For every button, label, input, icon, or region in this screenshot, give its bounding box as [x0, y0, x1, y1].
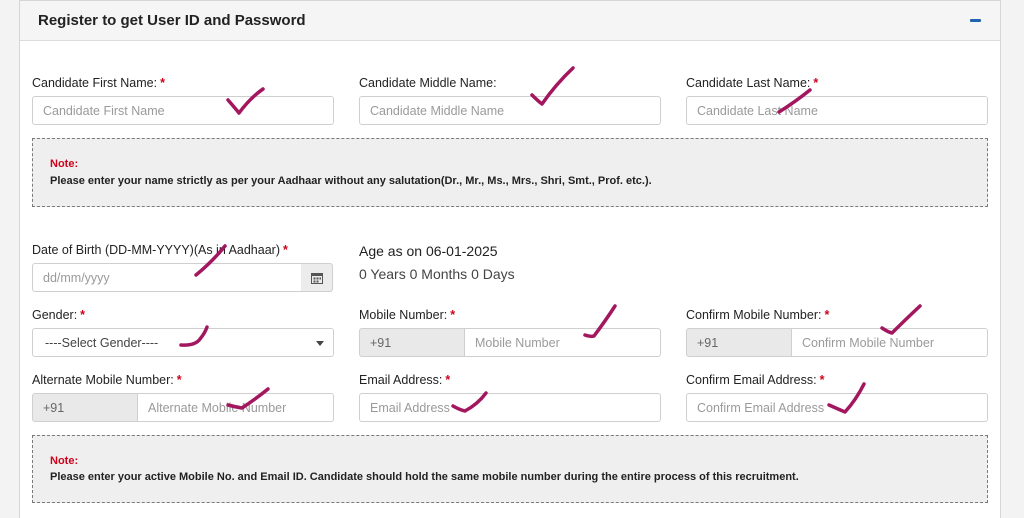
first-name-label: Candidate First Name: * [32, 76, 165, 90]
alt-mobile-label: Alternate Mobile Number: * [32, 373, 182, 387]
note-title: Note: [50, 455, 79, 467]
first-name-input[interactable] [32, 96, 334, 125]
mobile-label: Mobile Number: * [359, 308, 456, 322]
confirm-email-label: Confirm Email Address: * [686, 373, 825, 387]
gender-selected: ----Select Gender---- [45, 336, 159, 350]
gender-label: Gender: * [32, 308, 86, 322]
last-name-label: Candidate Last Name: * [686, 76, 819, 90]
confirm-mobile-input[interactable] [792, 328, 988, 357]
alt-mobile-input[interactable] [138, 393, 334, 422]
gender-select[interactable]: ----Select Gender---- [32, 328, 334, 357]
middle-name-input[interactable] [359, 96, 661, 125]
note-text: Please enter your active Mobile No. and … [50, 471, 799, 483]
alt-mobile-prefix: +91 [32, 393, 138, 422]
collapse-button[interactable] [968, 10, 986, 28]
name-note-box: Note: Please enter your name strictly as… [32, 138, 988, 207]
dob-label: Date of Birth (DD-MM-YYYY)(As in Aadhaar… [32, 243, 288, 257]
email-label: Email Address: * [359, 373, 451, 387]
contact-note-box: Note: Please enter your active Mobile No… [32, 435, 988, 503]
last-name-input[interactable] [686, 96, 988, 125]
note-title: Note: [50, 158, 79, 170]
confirm-mobile-prefix: +91 [686, 328, 792, 357]
confirm-email-input[interactable] [686, 393, 988, 422]
calendar-button[interactable] [301, 263, 333, 292]
dob-input[interactable] [32, 263, 302, 292]
middle-name-label: Candidate Middle Name: [359, 76, 497, 90]
calendar-icon [311, 273, 323, 284]
panel-header: Register to get User ID and Password [20, 1, 1000, 41]
age-value: 0 Years 0 Months 0 Days [359, 266, 515, 282]
caret-down-icon [316, 341, 324, 346]
mobile-prefix: +91 [359, 328, 465, 357]
mobile-input[interactable] [465, 328, 661, 357]
panel-title: Register to get User ID and Password [38, 12, 306, 29]
email-input[interactable] [359, 393, 661, 422]
minus-icon [970, 19, 981, 22]
note-text: Please enter your name strictly as per y… [50, 175, 652, 187]
age-title: Age as on 06-01-2025 [359, 243, 498, 259]
confirm-mobile-label: Confirm Mobile Number: * [686, 308, 830, 322]
